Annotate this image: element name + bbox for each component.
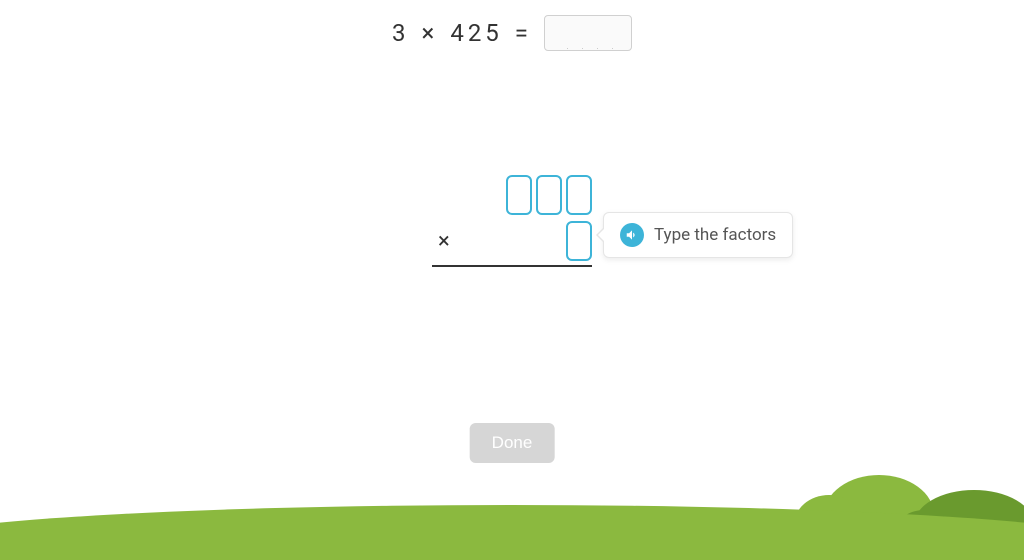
factor-1: 3 [392,19,410,47]
times-sign: × [438,229,450,254]
equals-sign: = [515,19,532,47]
factor-2: 425 [450,19,502,47]
grass-wave [0,525,1024,560]
hint-tooltip: Type the factors [603,212,793,258]
multiplication-workspace: × [432,175,592,267]
digit-input-tens[interactable] [536,175,562,215]
operator: × [422,19,439,47]
answer-input[interactable] [544,15,632,51]
equation-bar: 3 × 425 = [0,0,1024,51]
digit-input-hundreds[interactable] [506,175,532,215]
digit-input-multiplier[interactable] [566,221,592,261]
top-factor-row [506,175,592,215]
done-button[interactable]: Done [470,423,555,463]
audio-icon[interactable] [620,223,644,247]
equals-divider [432,265,592,267]
digit-input-ones[interactable] [566,175,592,215]
grass-decoration [0,500,1024,560]
bottom-factor-row: × [432,221,592,261]
hint-text: Type the factors [654,225,776,245]
